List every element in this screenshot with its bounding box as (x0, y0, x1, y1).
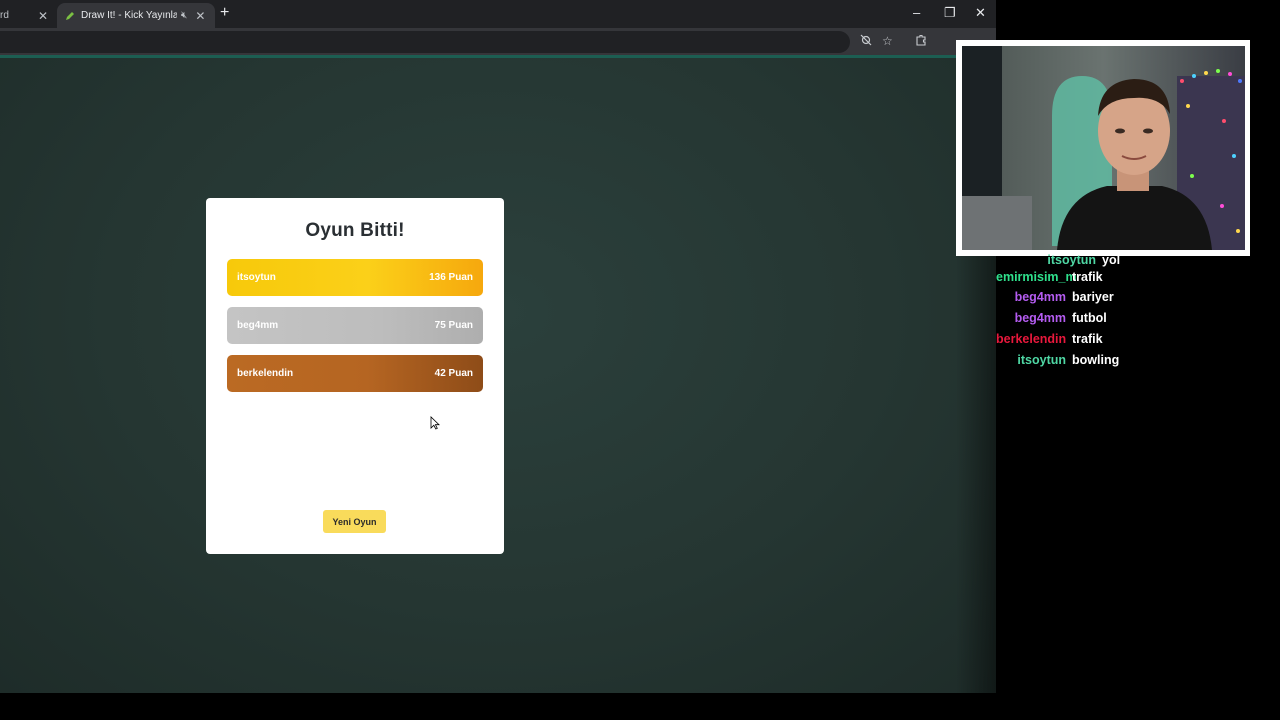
bottom-bar (0, 693, 1280, 720)
restore-icon[interactable]: ❐ (944, 5, 956, 21)
chat-text: bowling (1072, 353, 1120, 367)
browser-window: rd ✕ Draw It! - Kick Yayınları İçin 🔇︎ ✕… (0, 0, 996, 693)
result-row-third: berkelendin 42 Puan (227, 355, 483, 392)
player-score: 42 Puan (434, 368, 473, 379)
game-over-dialog: Oyun Bitti! itsoytun 136 Puan beg4mm 75 … (206, 198, 504, 554)
chat-message: beg4mm bariyer (996, 287, 1114, 307)
tab-label: rd (0, 10, 9, 21)
muted-speaker-icon[interactable]: 🔇︎ (181, 10, 187, 21)
dialog-title: Oyun Bitti! (305, 220, 405, 241)
chat-username[interactable]: beg4mm (996, 290, 1066, 304)
close-tab-icon[interactable]: ✕ (38, 9, 48, 23)
chat-text: trafik (1072, 270, 1103, 284)
chat-text: bariyer (1072, 290, 1114, 304)
address-bar[interactable] (0, 31, 850, 53)
tab-label: Draw It! - Kick Yayınları İçin (81, 10, 177, 21)
chat-message: berkelendin trafik (996, 329, 1103, 349)
mouse-cursor-icon (430, 416, 440, 430)
chat-username[interactable]: beg4mm (996, 311, 1066, 325)
new-game-button[interactable]: Yeni Oyun (323, 510, 386, 533)
player-name: berkelendin (237, 368, 294, 379)
tracking-protection-icon[interactable] (860, 34, 872, 49)
close-window-icon[interactable]: ✕ (975, 5, 986, 21)
chat-username[interactable]: itsoytun (996, 353, 1066, 367)
minimize-icon[interactable]: – (913, 5, 920, 20)
player-name: beg4mm (237, 320, 279, 331)
chat-text: yol (1102, 253, 1121, 267)
browser-toolbar: ☆ (0, 28, 996, 56)
pencil-icon (66, 11, 74, 20)
result-row-second: beg4mm 75 Puan (227, 307, 483, 344)
close-tab-icon[interactable]: ✕ (195, 9, 205, 23)
bookmark-star-icon[interactable]: ☆ (882, 34, 893, 48)
chat-text: futbol (1072, 311, 1107, 325)
tab-active[interactable]: Draw It! - Kick Yayınları İçin 🔇︎ ✕ (57, 3, 215, 28)
chat-message: itsoytun bowling (996, 350, 1119, 370)
streamer-camera-image (962, 46, 1245, 250)
chat-username[interactable]: itsoytun (996, 253, 1096, 267)
result-row-first: itsoytun 136 Puan (227, 259, 483, 296)
chat-username[interactable]: berkelendin (996, 332, 1066, 346)
extensions-icon[interactable] (915, 34, 927, 49)
player-score: 75 Puan (434, 320, 473, 331)
chat-message: beg4mm futbol (996, 308, 1107, 328)
chat-message: emirmisim_m trafik (996, 267, 1103, 287)
player-name: itsoytun (237, 272, 276, 283)
tab-strip: rd ✕ Draw It! - Kick Yayınları İçin 🔇︎ ✕… (0, 0, 996, 28)
chat-text: trafik (1072, 332, 1103, 346)
new-tab-icon[interactable]: + (220, 4, 229, 22)
webcam-overlay (956, 40, 1250, 256)
chat-username[interactable]: emirmisim_m (996, 270, 1077, 284)
tab-previous[interactable]: rd ✕ (0, 3, 56, 28)
player-score: 136 Puan (429, 272, 473, 283)
